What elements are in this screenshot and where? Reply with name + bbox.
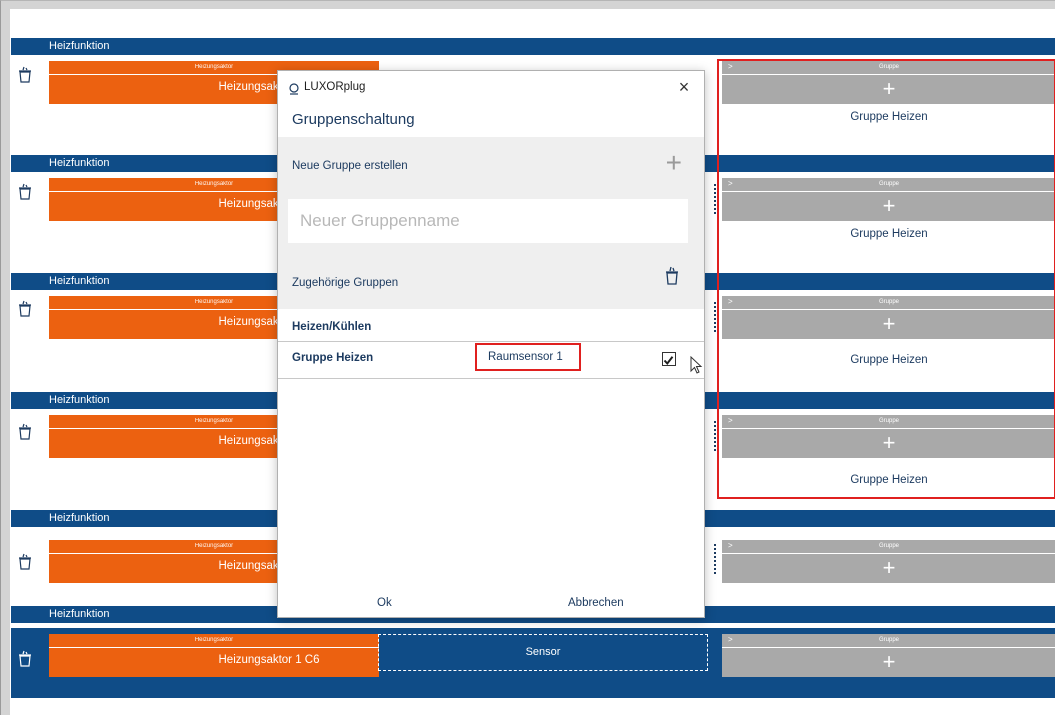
- app-window: Heizfunktion Heizungsaktor Heizungsaktor…: [0, 0, 1055, 715]
- sensor-slot-edge: [710, 184, 716, 214]
- cursor-icon: [690, 355, 704, 376]
- category-label: Heizen/Kühlen: [292, 321, 372, 333]
- group-name-input[interactable]: [288, 199, 688, 243]
- sensor-slot-edge: [710, 302, 716, 332]
- divider: [49, 647, 379, 648]
- sensor-slot-edge: [710, 421, 716, 451]
- luxor-icon: [288, 82, 300, 95]
- bin-icon[interactable]: [17, 422, 33, 440]
- close-icon[interactable]: ×: [676, 77, 692, 97]
- group-type-label: Gruppe: [878, 637, 899, 643]
- sensor-slot[interactable]: Sensor: [378, 634, 708, 671]
- bin-icon[interactable]: [17, 182, 33, 200]
- group-type-label: Gruppe: [878, 543, 899, 549]
- room-sensor-label: Raumsensor 1: [475, 343, 581, 371]
- actor-type-label: Heizungsaktor: [194, 637, 234, 643]
- actor-name: Heizungsaktor 1 C6: [218, 654, 320, 666]
- cancel-button[interactable]: Abbrechen: [568, 597, 624, 609]
- related-groups-label: Zugehörige Gruppen: [292, 277, 399, 289]
- group-switching-dialog: LUXORplug × Gruppenschaltung Neue Gruppe…: [277, 70, 705, 618]
- bin-icon[interactable]: [664, 265, 680, 285]
- section-header: Heizfunktion: [11, 38, 1055, 55]
- dialog-app-title: LUXORplug: [304, 81, 366, 93]
- add-group-icon[interactable]: +: [722, 648, 1055, 676]
- actor-box[interactable]: Heizungsaktor Heizungsaktor 1 C6: [49, 634, 379, 677]
- dialog-titlebar: LUXORplug ×: [278, 71, 704, 105]
- groups-highlight-frame: [717, 59, 1055, 499]
- bin-icon[interactable]: [17, 299, 33, 317]
- ok-button[interactable]: Ok: [377, 597, 392, 609]
- group-box[interactable]: > Gruppe +: [722, 634, 1055, 677]
- bin-icon[interactable]: [17, 552, 33, 570]
- new-group-panel: Neue Gruppe erstellen + Zugehörige Grupp…: [278, 137, 704, 309]
- group-box[interactable]: > Gruppe +: [722, 540, 1055, 583]
- dialog-heading: Gruppenschaltung: [292, 111, 415, 128]
- group-row-checkbox[interactable]: [662, 352, 676, 366]
- new-group-label: Neue Gruppe erstellen: [292, 160, 408, 172]
- checkmark-icon: [663, 356, 674, 366]
- bin-icon[interactable]: [17, 649, 33, 667]
- sensor-slot-edge: [710, 544, 716, 574]
- group-row-name: Gruppe Heizen: [292, 352, 374, 364]
- divider: [278, 341, 704, 342]
- divider: [278, 378, 704, 379]
- add-group-icon[interactable]: +: [722, 554, 1055, 582]
- bin-icon[interactable]: [17, 65, 33, 83]
- add-new-group-icon[interactable]: +: [666, 149, 682, 177]
